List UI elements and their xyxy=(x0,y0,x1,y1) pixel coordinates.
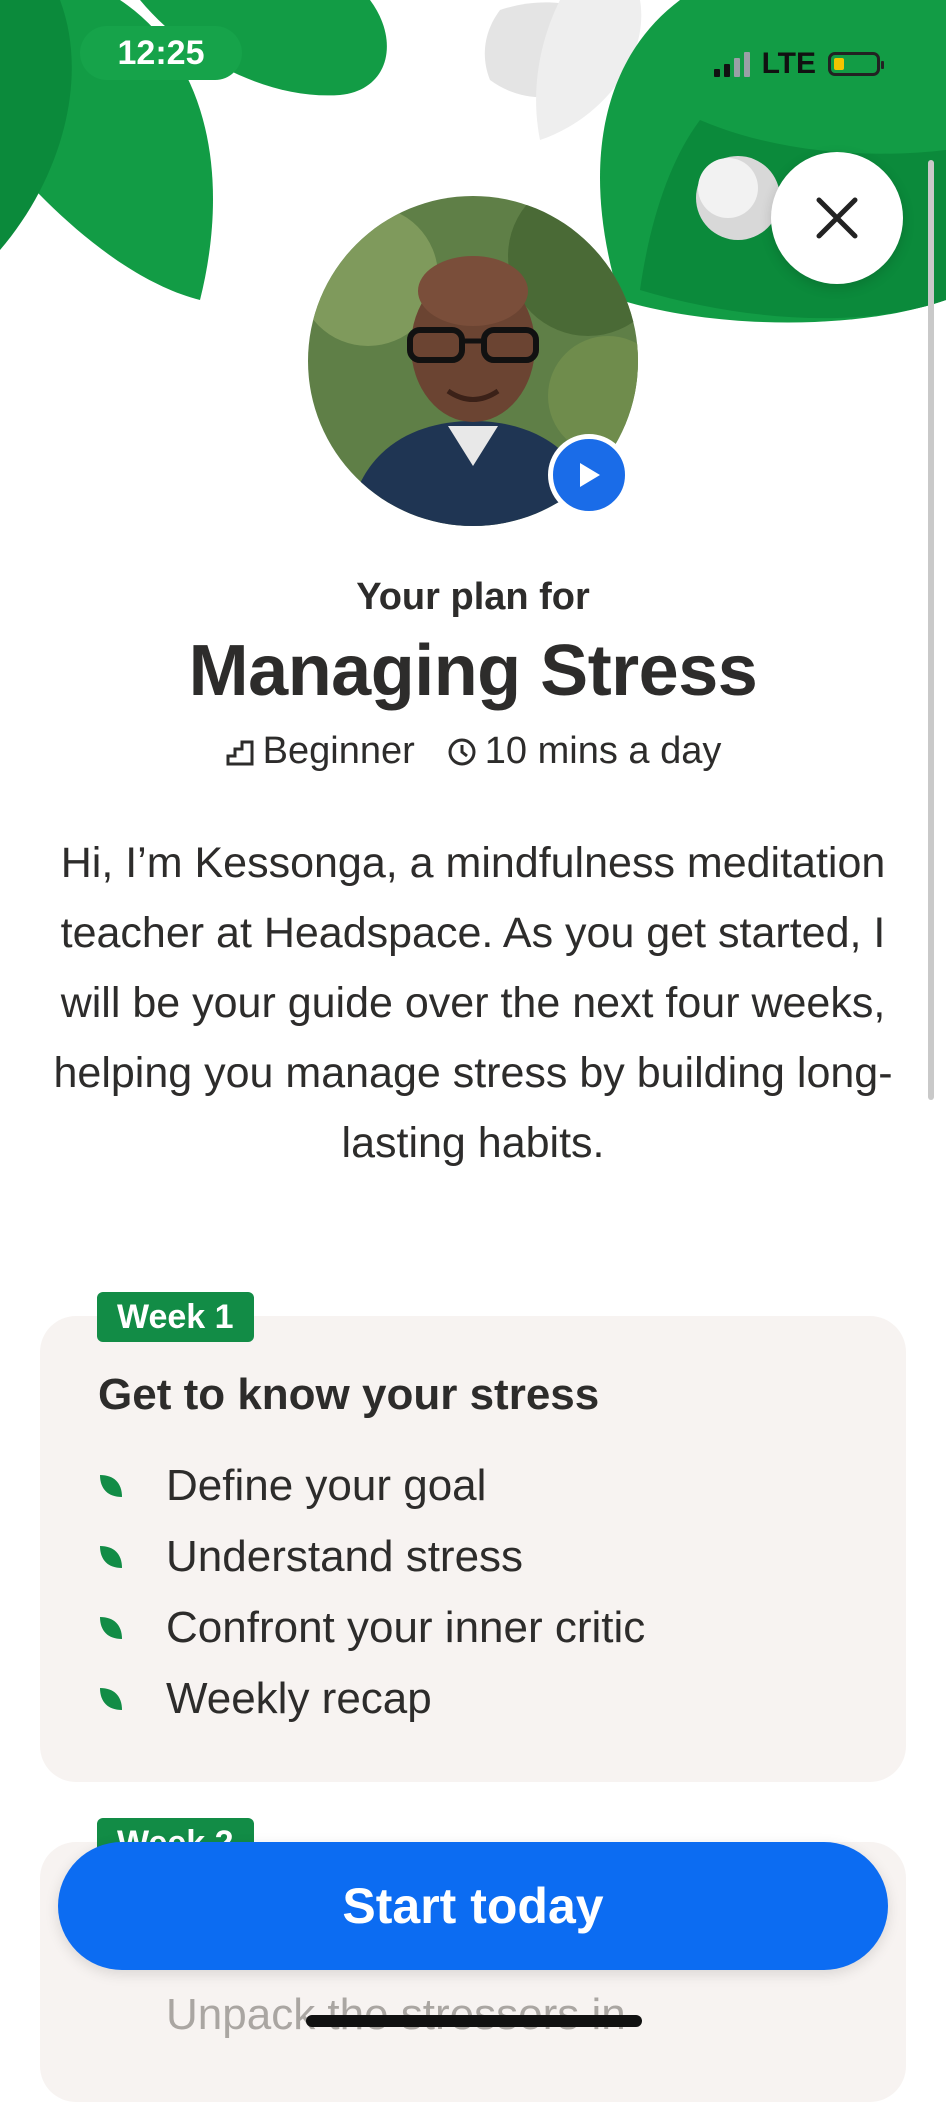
list-item: Confront your inner critic xyxy=(98,1592,645,1663)
duration-label: 10 mins a day xyxy=(484,730,722,772)
plan-subtitle: Your plan for xyxy=(356,576,590,618)
list-item: Understand stress xyxy=(98,1521,645,1592)
close-button[interactable] xyxy=(771,152,903,284)
list-item: Weekly recap xyxy=(98,1663,645,1734)
page-title: Managing Stress xyxy=(188,631,758,711)
list-item-label: Weekly recap xyxy=(166,1673,432,1723)
leaf-bullet-icon xyxy=(100,1616,122,1639)
start-today-button[interactable]: Start today xyxy=(58,1842,888,1970)
play-icon xyxy=(580,463,600,487)
signal-icon xyxy=(713,51,750,77)
leaf-bullet-icon xyxy=(100,1545,122,1568)
stairs-icon xyxy=(226,740,254,765)
list-item: Define your goal xyxy=(98,1450,645,1521)
plan-meta: Beginner 10 mins a day xyxy=(0,730,946,773)
list-item-label: Define your goal xyxy=(166,1460,487,1510)
play-intro-button[interactable] xyxy=(548,434,630,516)
leaf-bullet-icon xyxy=(100,1687,122,1710)
clock-icon xyxy=(448,738,476,765)
leaf-bullet-icon xyxy=(100,1474,122,1497)
list-item-label: Confront your inner critic xyxy=(166,1602,646,1652)
battery-icon xyxy=(828,52,884,76)
status-time: 12:25 xyxy=(80,26,242,80)
list-item-label: Understand stress xyxy=(166,1531,524,1581)
week-1-badge: Week 1 xyxy=(97,1292,254,1342)
intro-text: Hi, I’m Kessonga, a mindfulness meditati… xyxy=(53,839,893,1167)
close-icon xyxy=(816,197,858,239)
level-label: Beginner xyxy=(262,730,415,772)
status-indicators: LTE xyxy=(713,44,884,84)
week-1-list: Define your goal Understand stress Confr… xyxy=(98,1450,645,1734)
network-label: LTE xyxy=(761,47,816,80)
week-1-title: Get to know your stress xyxy=(98,1370,600,1419)
home-indicator[interactable] xyxy=(306,2015,642,2027)
